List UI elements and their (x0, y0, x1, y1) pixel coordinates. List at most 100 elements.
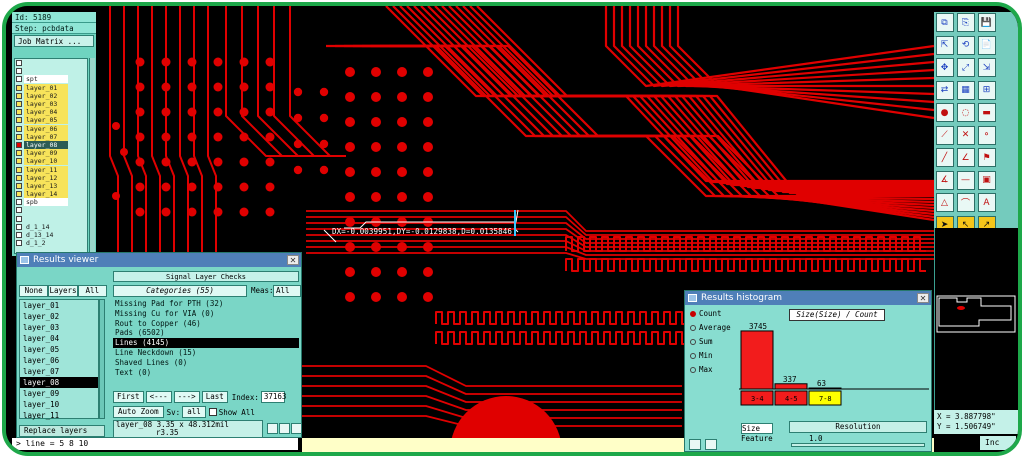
category-item[interactable]: Shaved Lines (0) (113, 358, 299, 368)
replace-layers-select[interactable]: Replace layers (19, 425, 105, 437)
layer-item[interactable]: layer_06 (15, 124, 87, 133)
layer-icon[interactable]: ▦ (956, 80, 975, 100)
dash-icon[interactable]: — (956, 170, 975, 190)
sv-select[interactable]: all (182, 406, 206, 418)
layer-item[interactable] (15, 59, 87, 67)
edge-icon[interactable]: ⟋ (935, 125, 954, 145)
results-layer-item[interactable]: layer_08 (20, 377, 98, 388)
job-matrix-button[interactable]: Job Matrix ... (14, 35, 94, 47)
layer-item[interactable]: layer_13 (15, 181, 87, 190)
arc-icon[interactable]: ⌒ (956, 193, 975, 212)
ruler-icon[interactable]: ▬ (977, 103, 996, 122)
results-layer-item[interactable]: layer_06 (20, 355, 98, 366)
layer-item[interactable]: layer_10 (15, 157, 87, 166)
board-overview[interactable] (934, 228, 1018, 414)
line-icon[interactable]: ╱ (935, 148, 954, 167)
meas-select[interactable]: All (273, 285, 301, 297)
categories-button[interactable]: Categories (55) (113, 285, 247, 297)
mode-option[interactable]: Sum (687, 335, 737, 349)
layer-color-swatch[interactable] (16, 133, 22, 140)
layer-color-swatch[interactable] (16, 76, 22, 83)
category-item[interactable]: Text (0) (113, 368, 299, 378)
layer-color-swatch[interactable] (16, 101, 22, 108)
layer-color-swatch[interactable] (16, 84, 22, 91)
layer-item[interactable]: spt (15, 75, 87, 84)
layer-color-swatch[interactable] (16, 60, 22, 67)
layer-color-swatch[interactable] (16, 125, 22, 132)
paste-icon[interactable]: ⎘ (956, 13, 975, 32)
text-icon[interactable]: A (977, 193, 996, 212)
layer-list-scrollbar[interactable] (89, 58, 95, 254)
radio-icon[interactable] (690, 325, 696, 331)
slope-icon[interactable]: ∠ (956, 148, 975, 167)
pan-icon[interactable]: ✥ (935, 58, 954, 77)
pad-icon[interactable]: ▣ (977, 170, 996, 190)
category-item[interactable]: Missing Cu for VIA (0) (113, 309, 299, 319)
save-icon[interactable]: 💾 (977, 13, 996, 32)
layer-item[interactable] (15, 67, 87, 75)
category-item[interactable]: Lines (4145) (113, 338, 299, 348)
radio-icon[interactable] (690, 353, 696, 359)
first-button[interactable]: First (113, 391, 144, 403)
arrows-icon[interactable]: ⇄ (935, 80, 954, 100)
copy-icon[interactable]: ⧉ (935, 13, 954, 32)
layer-item[interactable] (15, 206, 87, 214)
next-button[interactable]: ---> (173, 391, 200, 403)
layer-color-swatch[interactable] (16, 215, 22, 222)
layer-color-swatch[interactable] (16, 207, 22, 214)
snap-icon[interactable]: ◌ (956, 103, 975, 122)
results-layer-item[interactable]: layer_10 (20, 399, 98, 410)
radio-icon[interactable] (690, 367, 696, 373)
results-viewer-titlebar[interactable]: Results viewer ✕ (17, 253, 301, 267)
layer-item[interactable]: layer_14 (15, 190, 87, 199)
histogram-plot[interactable]: Size(Size) / Count 3745 3-4 337 4-5 63 7-8 (739, 307, 929, 415)
zoom-out-icon[interactable] (705, 439, 717, 450)
category-list[interactable]: Missing Pad for PTH (32) Missing Cu for V… (113, 299, 299, 379)
layer-item[interactable]: d_1_14 (15, 223, 87, 231)
layer-color-swatch[interactable] (16, 68, 22, 75)
feature-option[interactable]: Feature (741, 434, 775, 443)
layer-item[interactable]: layer_03 (15, 100, 87, 109)
results-layer-item[interactable]: layer_05 (20, 344, 98, 355)
layer-color-swatch[interactable] (16, 150, 22, 157)
layer-item[interactable]: layer_04 (15, 108, 87, 117)
layer-item[interactable]: layer_07 (15, 132, 87, 141)
results-layer-item[interactable]: layer_02 (20, 311, 98, 322)
filter-layers-button[interactable]: Layers (48, 285, 78, 297)
export-icon[interactable] (279, 423, 290, 434)
filter-all-button[interactable]: All (77, 285, 107, 297)
page-icon[interactable]: 📄 (977, 35, 996, 55)
mode-option[interactable]: Max (687, 363, 737, 377)
layer-color-swatch[interactable] (16, 117, 22, 124)
layer-item[interactable]: layer_02 (15, 91, 87, 100)
close-icon[interactable]: ✕ (287, 255, 299, 265)
results-layer-item[interactable]: layer_04 (20, 333, 98, 344)
layer-item[interactable]: spb (15, 198, 87, 207)
radio-icon[interactable] (690, 339, 696, 345)
layer-color-swatch[interactable] (16, 232, 22, 239)
results-layer-item[interactable]: layer_01 (20, 300, 98, 311)
results-layer-item[interactable]: layer_07 (20, 366, 98, 377)
layer-color-swatch[interactable] (16, 174, 22, 181)
layer-color-swatch[interactable] (16, 223, 22, 230)
mode-option[interactable]: Min (687, 349, 737, 363)
results-layer-item[interactable]: layer_03 (20, 322, 98, 333)
layer-item[interactable]: d_13_14 (15, 231, 87, 239)
layer-color-swatch[interactable] (16, 166, 22, 173)
layer-item[interactable] (15, 215, 87, 223)
node-icon[interactable]: ⚬ (977, 125, 996, 145)
layer-color-swatch[interactable] (16, 158, 22, 165)
move-icon[interactable]: ⇱ (935, 35, 954, 55)
auto-zoom-select[interactable]: Auto Zoom (113, 406, 164, 418)
angle-icon[interactable]: ∡ (935, 170, 954, 190)
resolution-slider[interactable] (791, 443, 925, 447)
layer-item[interactable]: layer_09 (15, 149, 87, 158)
cross-icon[interactable]: ✕ (956, 125, 975, 145)
point-icon[interactable]: ● (935, 103, 954, 122)
results-layer-item[interactable]: layer_11 (20, 410, 98, 421)
layer-color-swatch[interactable] (16, 240, 22, 247)
copy-icon[interactable] (267, 423, 278, 434)
results-layer-list[interactable]: layer_01 layer_02 layer_03 layer_04 layer_05… (19, 299, 99, 421)
radio-icon[interactable] (690, 311, 696, 317)
layer-list[interactable]: spt layer_01 layer_02 layer_03 layer_04 layer… (14, 58, 88, 254)
